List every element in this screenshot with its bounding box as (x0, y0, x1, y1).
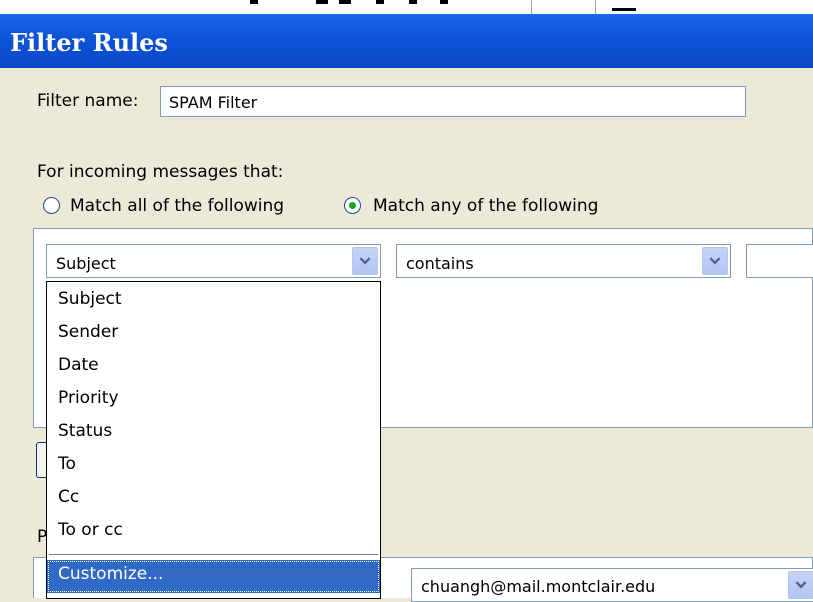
dropdown-item-to-or-cc[interactable]: To or cc (47, 514, 380, 547)
chevron-down-icon (795, 581, 807, 589)
window-title: Filter Rules (10, 28, 168, 57)
account-dropdown-button[interactable] (788, 571, 813, 599)
match-any-radio[interactable] (344, 197, 361, 214)
filter-name-input[interactable]: SPAM Filter (160, 86, 746, 117)
dropdown-item-sender[interactable]: Sender (47, 316, 380, 349)
dropdown-separator (49, 554, 378, 556)
rule-field-select[interactable]: Subject (46, 244, 381, 278)
background-fragment (250, 0, 258, 4)
background-fragment (409, 0, 417, 4)
field-dropdown-list: Subject Sender Date Priority Status To C… (46, 281, 381, 599)
background-window-strip (0, 0, 813, 14)
dropdown-item-to[interactable]: To (47, 448, 380, 481)
chevron-down-icon (709, 257, 721, 265)
chevron-down-icon (359, 257, 371, 265)
match-all-label[interactable]: Match all of the following (70, 196, 284, 216)
filter-name-value: SPAM Filter (169, 93, 258, 112)
background-fragment (316, 0, 328, 4)
dropdown-item-subject[interactable]: Subject (47, 283, 380, 316)
background-fragment (339, 0, 351, 4)
dropdown-item-cc[interactable]: Cc (47, 481, 380, 514)
dropdown-item-status[interactable]: Status (47, 415, 380, 448)
account-select[interactable]: chuangh@mail.montclair.edu (411, 568, 813, 602)
dropdown-item-priority[interactable]: Priority (47, 382, 380, 415)
title-bar[interactable]: Filter Rules (0, 14, 813, 68)
incoming-messages-label: For incoming messages that: (37, 162, 284, 182)
radio-selected-dot (349, 202, 356, 209)
account-value: chuangh@mail.montclair.edu (421, 577, 656, 596)
rule-operator-dropdown-button[interactable] (702, 247, 728, 275)
background-fragment (376, 0, 384, 4)
rule-operator-value: contains (406, 254, 474, 273)
background-divider (595, 0, 596, 14)
rule-field-value: Subject (56, 254, 116, 273)
background-fragment (440, 0, 448, 4)
background-fragment (612, 8, 636, 11)
rule-operator-select[interactable]: contains (396, 244, 731, 278)
match-any-label[interactable]: Match any of the following (373, 196, 598, 216)
match-all-radio[interactable] (43, 197, 60, 214)
dropdown-item-date[interactable]: Date (47, 349, 380, 382)
background-divider (531, 0, 532, 14)
filter-name-label: Filter name: (37, 91, 139, 111)
rule-value-input[interactable] (746, 244, 813, 278)
dropdown-item-customize[interactable]: Customize... (47, 560, 380, 593)
rule-field-dropdown-button[interactable] (352, 247, 378, 275)
